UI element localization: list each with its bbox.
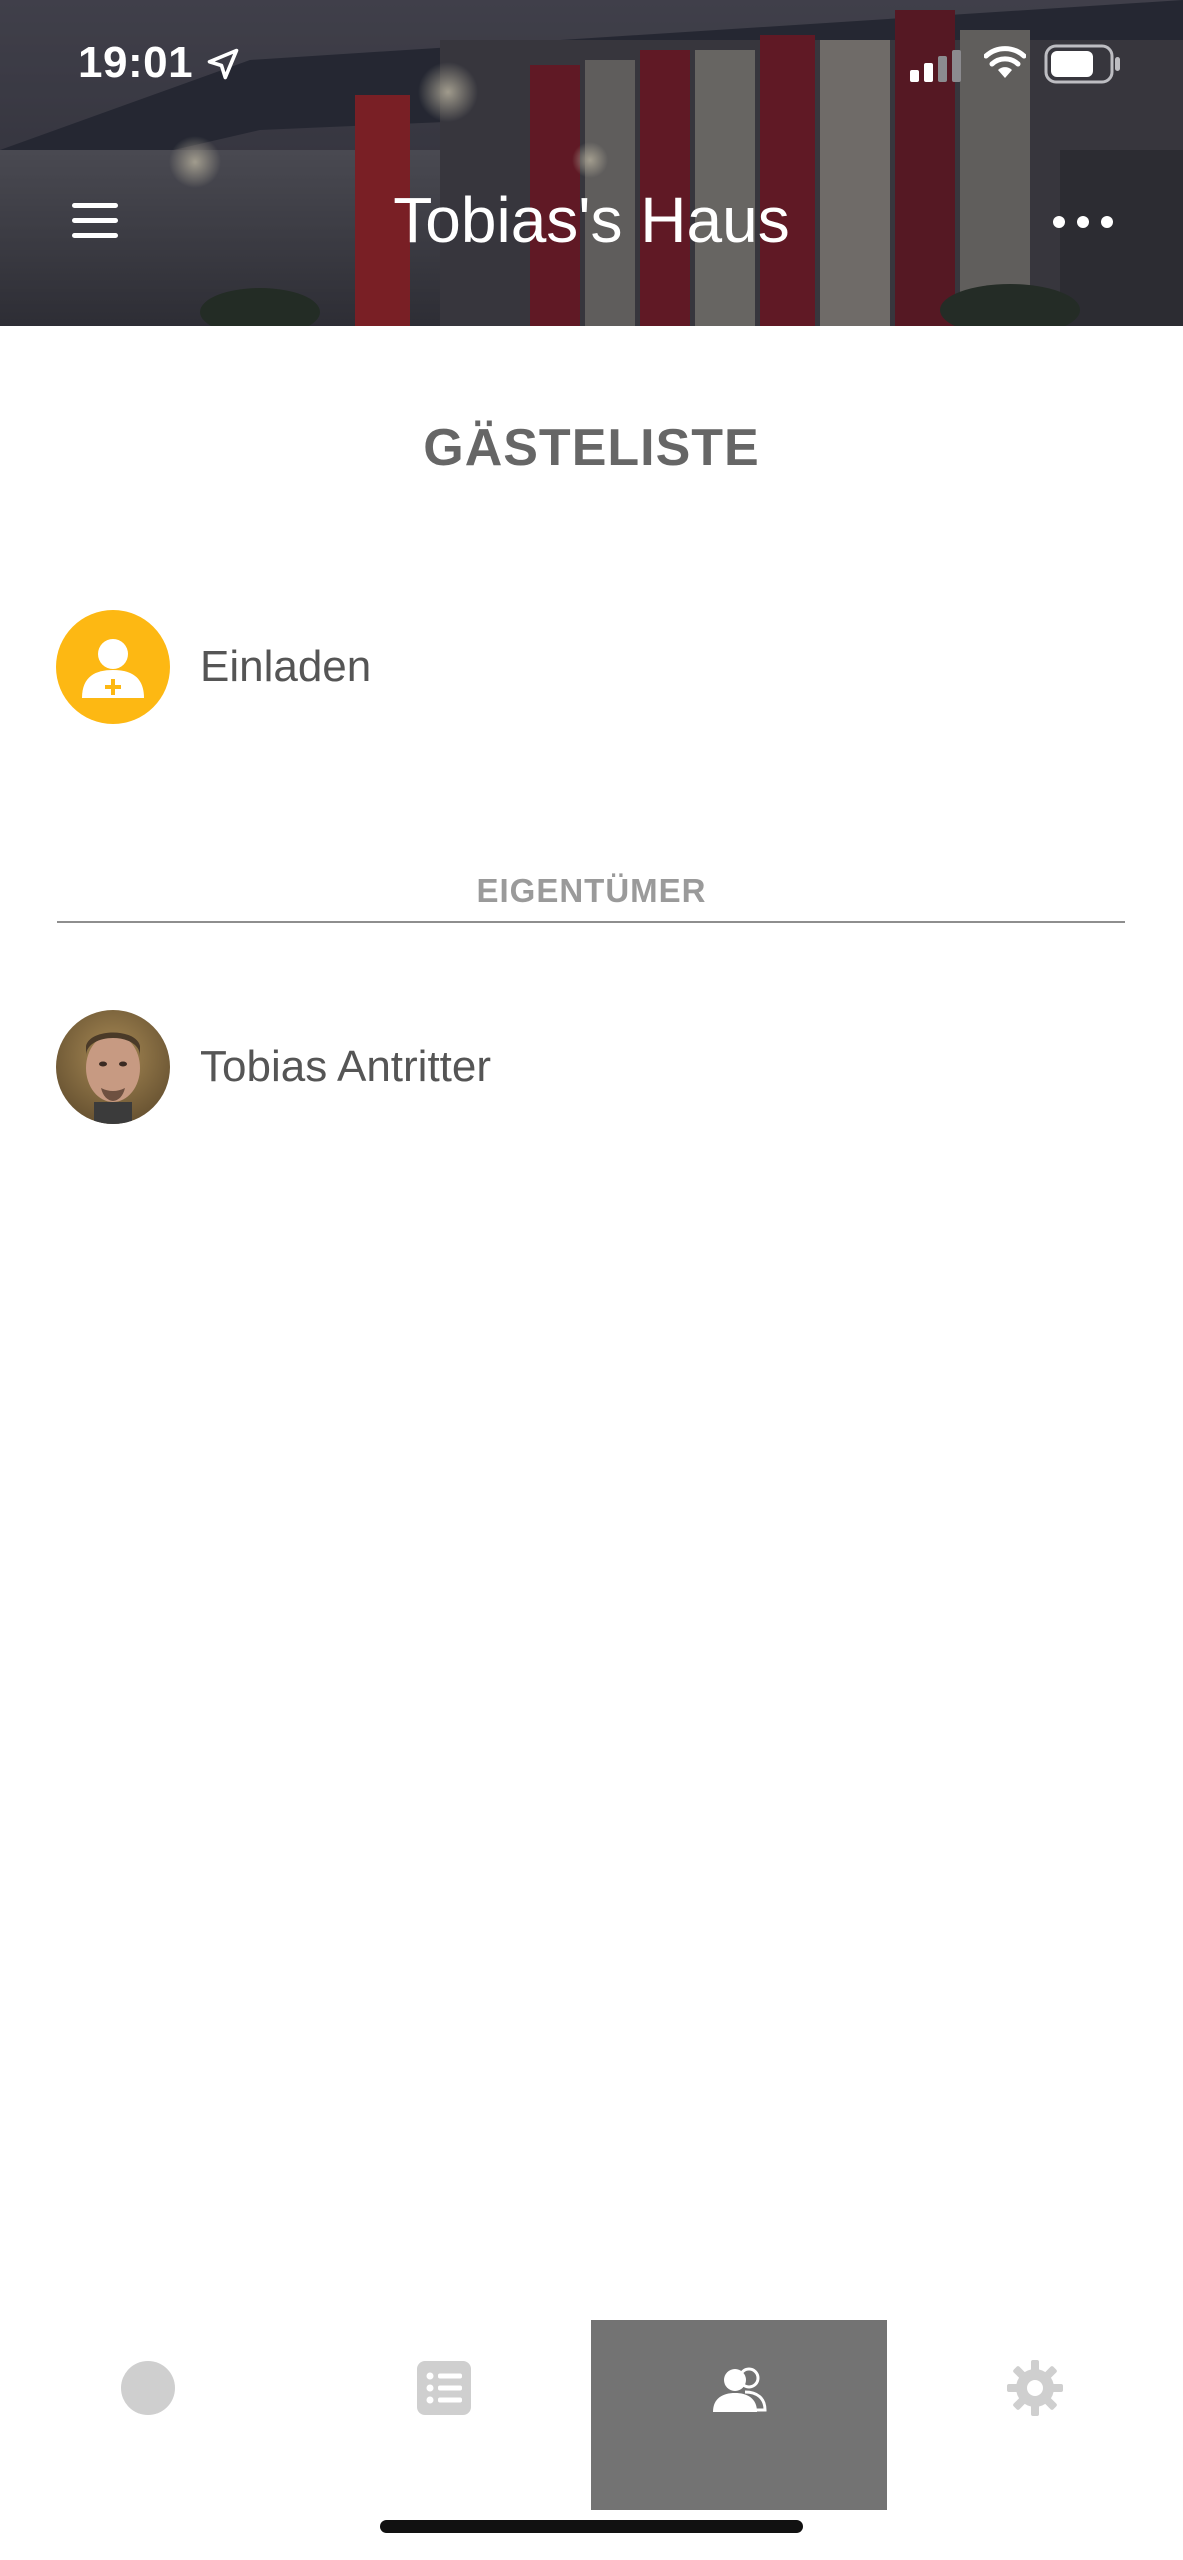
cellular-signal-icon — [910, 50, 961, 82]
battery-icon — [1044, 44, 1120, 84]
users-icon — [713, 2367, 767, 2412]
user-photo — [56, 1010, 170, 1124]
header: 19:01 Tobias's Haus — [0, 0, 1183, 326]
wifi-icon — [984, 46, 1026, 78]
more-dots-icon[interactable] — [1050, 210, 1116, 234]
status-time: 19:01 — [78, 38, 194, 87]
avatar — [56, 1010, 170, 1124]
tab-home[interactable] — [0, 2320, 296, 2510]
invite-label: Einladen — [200, 642, 372, 691]
gear-icon — [1007, 2360, 1063, 2416]
location-arrow-icon — [207, 48, 239, 80]
tab-bar — [0, 2320, 1183, 2510]
member-name: Tobias Antritter — [200, 1042, 492, 1091]
section-title: GÄSTELISTE — [423, 419, 760, 477]
status-bar: 19:01 — [0, 0, 1183, 120]
tab-settings[interactable] — [887, 2320, 1183, 2510]
invite-avatar — [56, 610, 170, 724]
group-label-owner: EIGENTÜMER — [476, 872, 707, 909]
tab-list[interactable] — [296, 2320, 592, 2510]
page-title: Tobias's Haus — [393, 184, 790, 256]
invite-button[interactable]: Einladen — [56, 610, 1126, 726]
list-icon — [417, 2361, 471, 2415]
home-indicator — [380, 2520, 803, 2533]
home-circle-icon — [121, 2361, 175, 2415]
add-user-icon — [82, 639, 144, 698]
tab-users[interactable] — [591, 2320, 887, 2510]
list-item[interactable]: Tobias Antritter — [56, 1010, 1126, 1126]
divider — [57, 921, 1125, 923]
